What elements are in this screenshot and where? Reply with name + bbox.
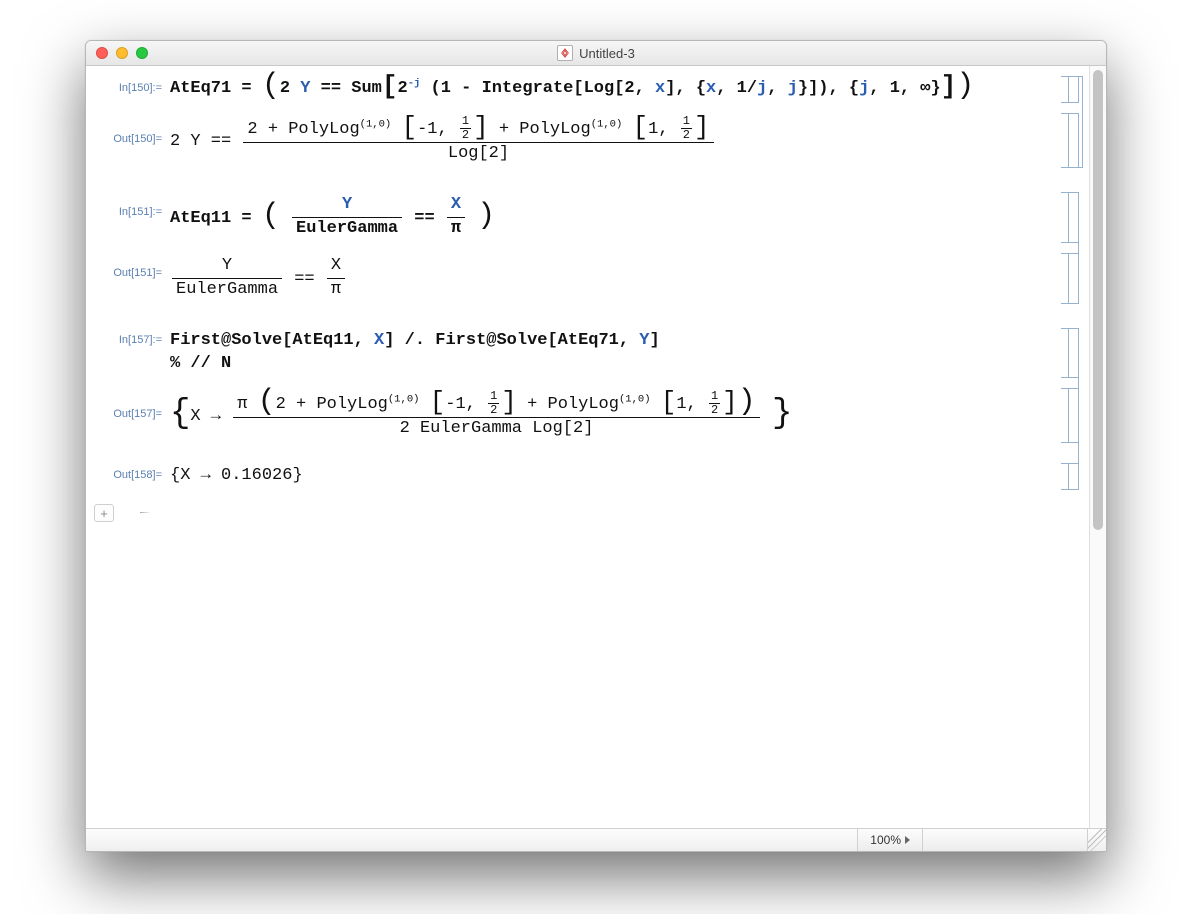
cell-output: {X → 0.16026}: [168, 461, 1057, 492]
chevron-right-icon: [905, 836, 910, 844]
add-cell-button[interactable]: +: [94, 504, 114, 522]
titlebar[interactable]: Untitled-3: [86, 41, 1106, 66]
cell-label: Out[157]=: [92, 386, 168, 445]
app-window: Untitled-3 In[150]:= AtEq71 = (2 Y == Su…: [85, 40, 1107, 852]
cell-bracket-inner[interactable]: [1061, 192, 1069, 243]
cell-out-157[interactable]: Out[157]= {X → π (2 + PolyLog(1,0) [-1, …: [92, 386, 1083, 445]
cell-bracket-inner[interactable]: [1061, 388, 1069, 443]
status-spacer: [922, 829, 1087, 851]
statusbar: 100%: [86, 828, 1106, 851]
vertical-scrollbar[interactable]: [1089, 66, 1106, 828]
cell-label: In[150]:=: [92, 74, 168, 105]
cell-label: In[151]:=: [92, 190, 168, 245]
cell-input[interactable]: AtEq71 = (2 Y == Sum[2-j (1 - Integrate[…: [168, 74, 1057, 105]
close-icon[interactable]: [96, 47, 108, 59]
zoom-control[interactable]: 100%: [857, 829, 922, 851]
cell-out-150[interactable]: Out[150]= 2 Y == 2 + PolyLog(1,0) [-1, 1…: [92, 111, 1083, 170]
cell-input[interactable]: First@Solve[AtEq11, X] /. First@Solve[At…: [168, 326, 1057, 380]
cell-in-157[interactable]: In[157]:= First@Solve[AtEq11, X] /. Firs…: [92, 326, 1083, 380]
zoom-value: 100%: [870, 833, 901, 847]
content-area: In[150]:= AtEq71 = (2 Y == Sum[2-j (1 - …: [86, 66, 1106, 828]
zoom-icon[interactable]: [136, 47, 148, 59]
group-bracket[interactable]: [1069, 192, 1079, 304]
cell-label: Out[158]=: [92, 461, 168, 492]
cell-output: {X → π (2 + PolyLog(1,0) [-1, 12] + Poly…: [168, 386, 1057, 445]
cell-in-150[interactable]: In[150]:= AtEq71 = (2 Y == Sum[2-j (1 - …: [92, 74, 1083, 105]
notebook-doc-icon: [557, 45, 573, 61]
traffic-lights: [96, 47, 148, 59]
cell-output: YEulerGamma == Xπ: [168, 251, 1057, 306]
cell-label: Out[151]=: [92, 251, 168, 306]
cell-bracket-inner[interactable]: [1061, 113, 1069, 168]
cell-bracket-inner[interactable]: [1061, 253, 1069, 304]
cell-out-158[interactable]: Out[158]= {X → 0.16026}: [92, 461, 1083, 492]
scrollbar-thumb[interactable]: [1093, 70, 1103, 530]
cell-label: Out[150]=: [92, 111, 168, 170]
cell-bracket-inner[interactable]: [1061, 463, 1069, 490]
notebook[interactable]: In[150]:= AtEq71 = (2 Y == Sum[2-j (1 - …: [86, 66, 1089, 828]
window-title: Untitled-3: [86, 45, 1106, 61]
group-bracket[interactable]: [1069, 328, 1079, 490]
window-title-text: Untitled-3: [579, 46, 635, 61]
resize-grip-icon[interactable]: [1087, 829, 1106, 851]
minimize-icon[interactable]: [116, 47, 128, 59]
cell-in-151[interactable]: In[151]:= AtEq11 = ( YEulerGamma == Xπ ): [92, 190, 1083, 245]
cell-bracket-inner[interactable]: [1061, 76, 1069, 103]
cell-input[interactable]: AtEq11 = ( YEulerGamma == Xπ ): [168, 190, 1057, 245]
cell-out-151[interactable]: Out[151]= YEulerGamma == Xπ: [92, 251, 1083, 306]
cell-bracket-inner[interactable]: [1061, 328, 1069, 378]
group-bracket[interactable]: [1073, 76, 1083, 168]
cell-output: 2 Y == 2 + PolyLog(1,0) [-1, 12] + PolyL…: [168, 111, 1057, 170]
insertion-line[interactable]: [140, 512, 200, 513]
cell-label: In[157]:=: [92, 326, 168, 380]
